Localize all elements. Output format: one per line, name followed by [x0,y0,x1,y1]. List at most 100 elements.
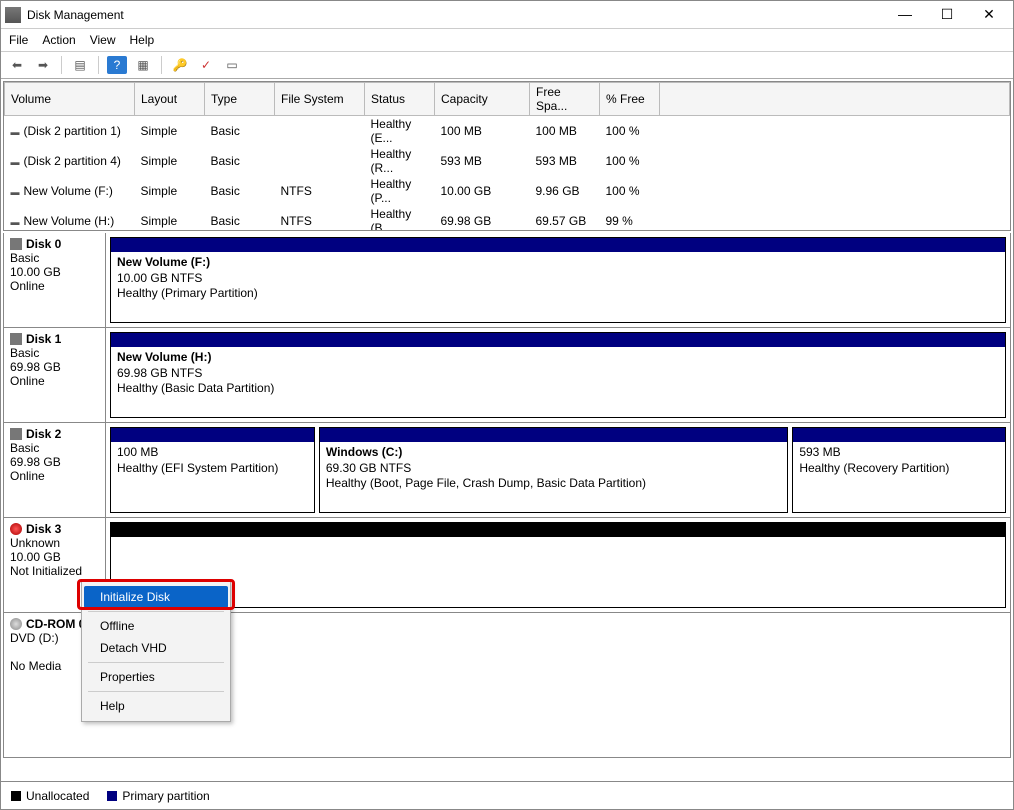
settings-icon[interactable]: ▭ [222,56,242,74]
volume-cell: 100 MB [435,116,530,147]
volume-cell: New Volume (F:) [5,176,135,206]
legend: Unallocated Primary partition [1,781,1013,809]
volume-row[interactable]: (Disk 2 partition 4)SimpleBasicHealthy (… [5,146,1010,176]
context-menu[interactable]: Initialize Disk OfflineDetach VHD Properti… [81,581,231,722]
panel-icon[interactable]: ▤ [70,56,90,74]
volume-cell: Simple [135,206,205,231]
disk-label[interactable]: Disk 1Basic69.98 GBOnline [4,328,106,422]
disk-subinfo: Online [10,374,99,388]
partition-size: 10.00 GB NTFS [117,271,999,287]
column-header[interactable]: Status [365,83,435,116]
volume-cell: 100 % [600,146,660,176]
volume-cell: 593 MB [530,146,600,176]
partition[interactable]: Windows (C:)69.30 GB NTFSHealthy (Boot, … [319,427,788,513]
partition-header [111,238,1005,252]
partition-header [111,333,1005,347]
disk-row[interactable]: Disk 0Basic10.00 GBOnlineNew Volume (F:)… [4,233,1010,328]
volume-row[interactable]: New Volume (F:)SimpleBasicNTFSHealthy (P… [5,176,1010,206]
menubar: File Action View Help [1,29,1013,52]
maximize-button[interactable]: ☐ [935,6,959,23]
partition-status: Healthy (Primary Partition) [117,286,999,302]
disk-subinfo: 10.00 GB [10,550,99,564]
volume-row[interactable]: New Volume (H:)SimpleBasicNTFSHealthy (B… [5,206,1010,231]
context-item-initialize-disk[interactable]: Initialize Disk [84,586,228,608]
disk-subinfo: Not Initialized [10,564,99,578]
column-header[interactable]: Capacity [435,83,530,116]
context-item-offline[interactable]: Offline [84,615,228,637]
disk-subinfo: Online [10,279,99,293]
column-header[interactable]: Volume [5,83,135,116]
toolbar: ⬅ ➡ ▤ ? ▦ 🔑 ✓ ▭ [1,52,1013,79]
disk-label[interactable]: Disk 2Basic69.98 GBOnline [4,423,106,517]
volume-cell: Healthy (R... [365,146,435,176]
volume-cell: Basic [205,206,275,231]
disk-icon [10,333,22,345]
disk-name: Disk 0 [26,237,61,251]
list-icon[interactable]: ▦ [133,56,153,74]
minimize-button[interactable]: — [893,6,917,23]
app-icon [5,7,21,23]
volume-cell [275,116,365,147]
check-icon[interactable]: ✓ [196,56,216,74]
menu-view[interactable]: View [90,33,116,47]
partition[interactable]: 593 MBHealthy (Recovery Partition) [792,427,1006,513]
volume-cell: 100 % [600,176,660,206]
column-header[interactable]: Layout [135,83,205,116]
partition-size: 100 MB [117,445,308,461]
volume-cell: 69.57 GB [530,206,600,231]
menu-help[interactable]: Help [130,33,155,47]
volume-cell: 100 % [600,116,660,147]
disk-subinfo: 69.98 GB [10,455,99,469]
volume-cell: (Disk 2 partition 4) [5,146,135,176]
disk-row[interactable]: Disk 1Basic69.98 GBOnlineNew Volume (H:)… [4,328,1010,423]
volume-row[interactable]: (Disk 2 partition 1)SimpleBasicHealthy (… [5,116,1010,147]
partition-title: New Volume (H:) [117,350,999,366]
help-icon[interactable]: ? [107,56,127,74]
disk-subinfo: 69.98 GB [10,360,99,374]
context-item-help[interactable]: Help [84,695,228,717]
disk-subinfo: Basic [10,251,99,265]
disk-name: Disk 3 [26,522,61,536]
partition[interactable]: New Volume (F:)10.00 GB NTFSHealthy (Pri… [110,237,1006,323]
partition-size: 593 MB [799,445,999,461]
close-button[interactable]: ✕ [977,6,1001,23]
partition-status: Healthy (Boot, Page File, Crash Dump, Ba… [326,476,781,492]
volume-cell: Healthy (P... [365,176,435,206]
partition-header [111,523,1005,537]
column-header[interactable]: File System [275,83,365,116]
partition[interactable]: 100 MBHealthy (EFI System Partition) [110,427,315,513]
disk-label[interactable]: Disk 0Basic10.00 GBOnline [4,233,106,327]
volume-cell: Simple [135,116,205,147]
partition-status: Healthy (Recovery Partition) [799,461,999,477]
context-divider [88,691,224,692]
volume-cell: 593 MB [435,146,530,176]
partition-status: Healthy (Basic Data Partition) [117,381,999,397]
disk-subinfo: Basic [10,441,99,455]
disk-row[interactable]: Disk 2Basic69.98 GBOnline100 MBHealthy (… [4,423,1010,518]
volume-cell: 100 MB [530,116,600,147]
partition[interactable]: New Volume (H:)69.98 GB NTFSHealthy (Bas… [110,332,1006,418]
partition-size: 69.30 GB NTFS [326,461,781,477]
volume-list-panel: VolumeLayoutTypeFile SystemStatusCapacit… [3,81,1011,231]
volume-cell: Basic [205,116,275,147]
column-header[interactable]: Free Spa... [530,83,600,116]
context-divider [88,611,224,612]
volume-cell: (Disk 2 partition 1) [5,116,135,147]
disk-icon [10,618,22,630]
disk-name: Disk 2 [26,427,61,441]
partition-header [111,428,314,442]
back-icon[interactable]: ⬅ [7,56,27,74]
menu-action[interactable]: Action [42,33,75,47]
forward-icon[interactable]: ➡ [33,56,53,74]
column-header[interactable]: % Free [600,83,660,116]
volume-cell: Healthy (B... [365,206,435,231]
partition[interactable] [110,522,1006,608]
legend-unallocated: Unallocated [11,789,89,803]
volume-cell: Basic [205,176,275,206]
action-icon[interactable]: 🔑 [170,56,190,74]
menu-file[interactable]: File [9,33,28,47]
context-item-detach-vhd[interactable]: Detach VHD [84,637,228,659]
context-item-properties[interactable]: Properties [84,666,228,688]
column-header[interactable]: Type [205,83,275,116]
titlebar: Disk Management — ☐ ✕ [1,1,1013,29]
